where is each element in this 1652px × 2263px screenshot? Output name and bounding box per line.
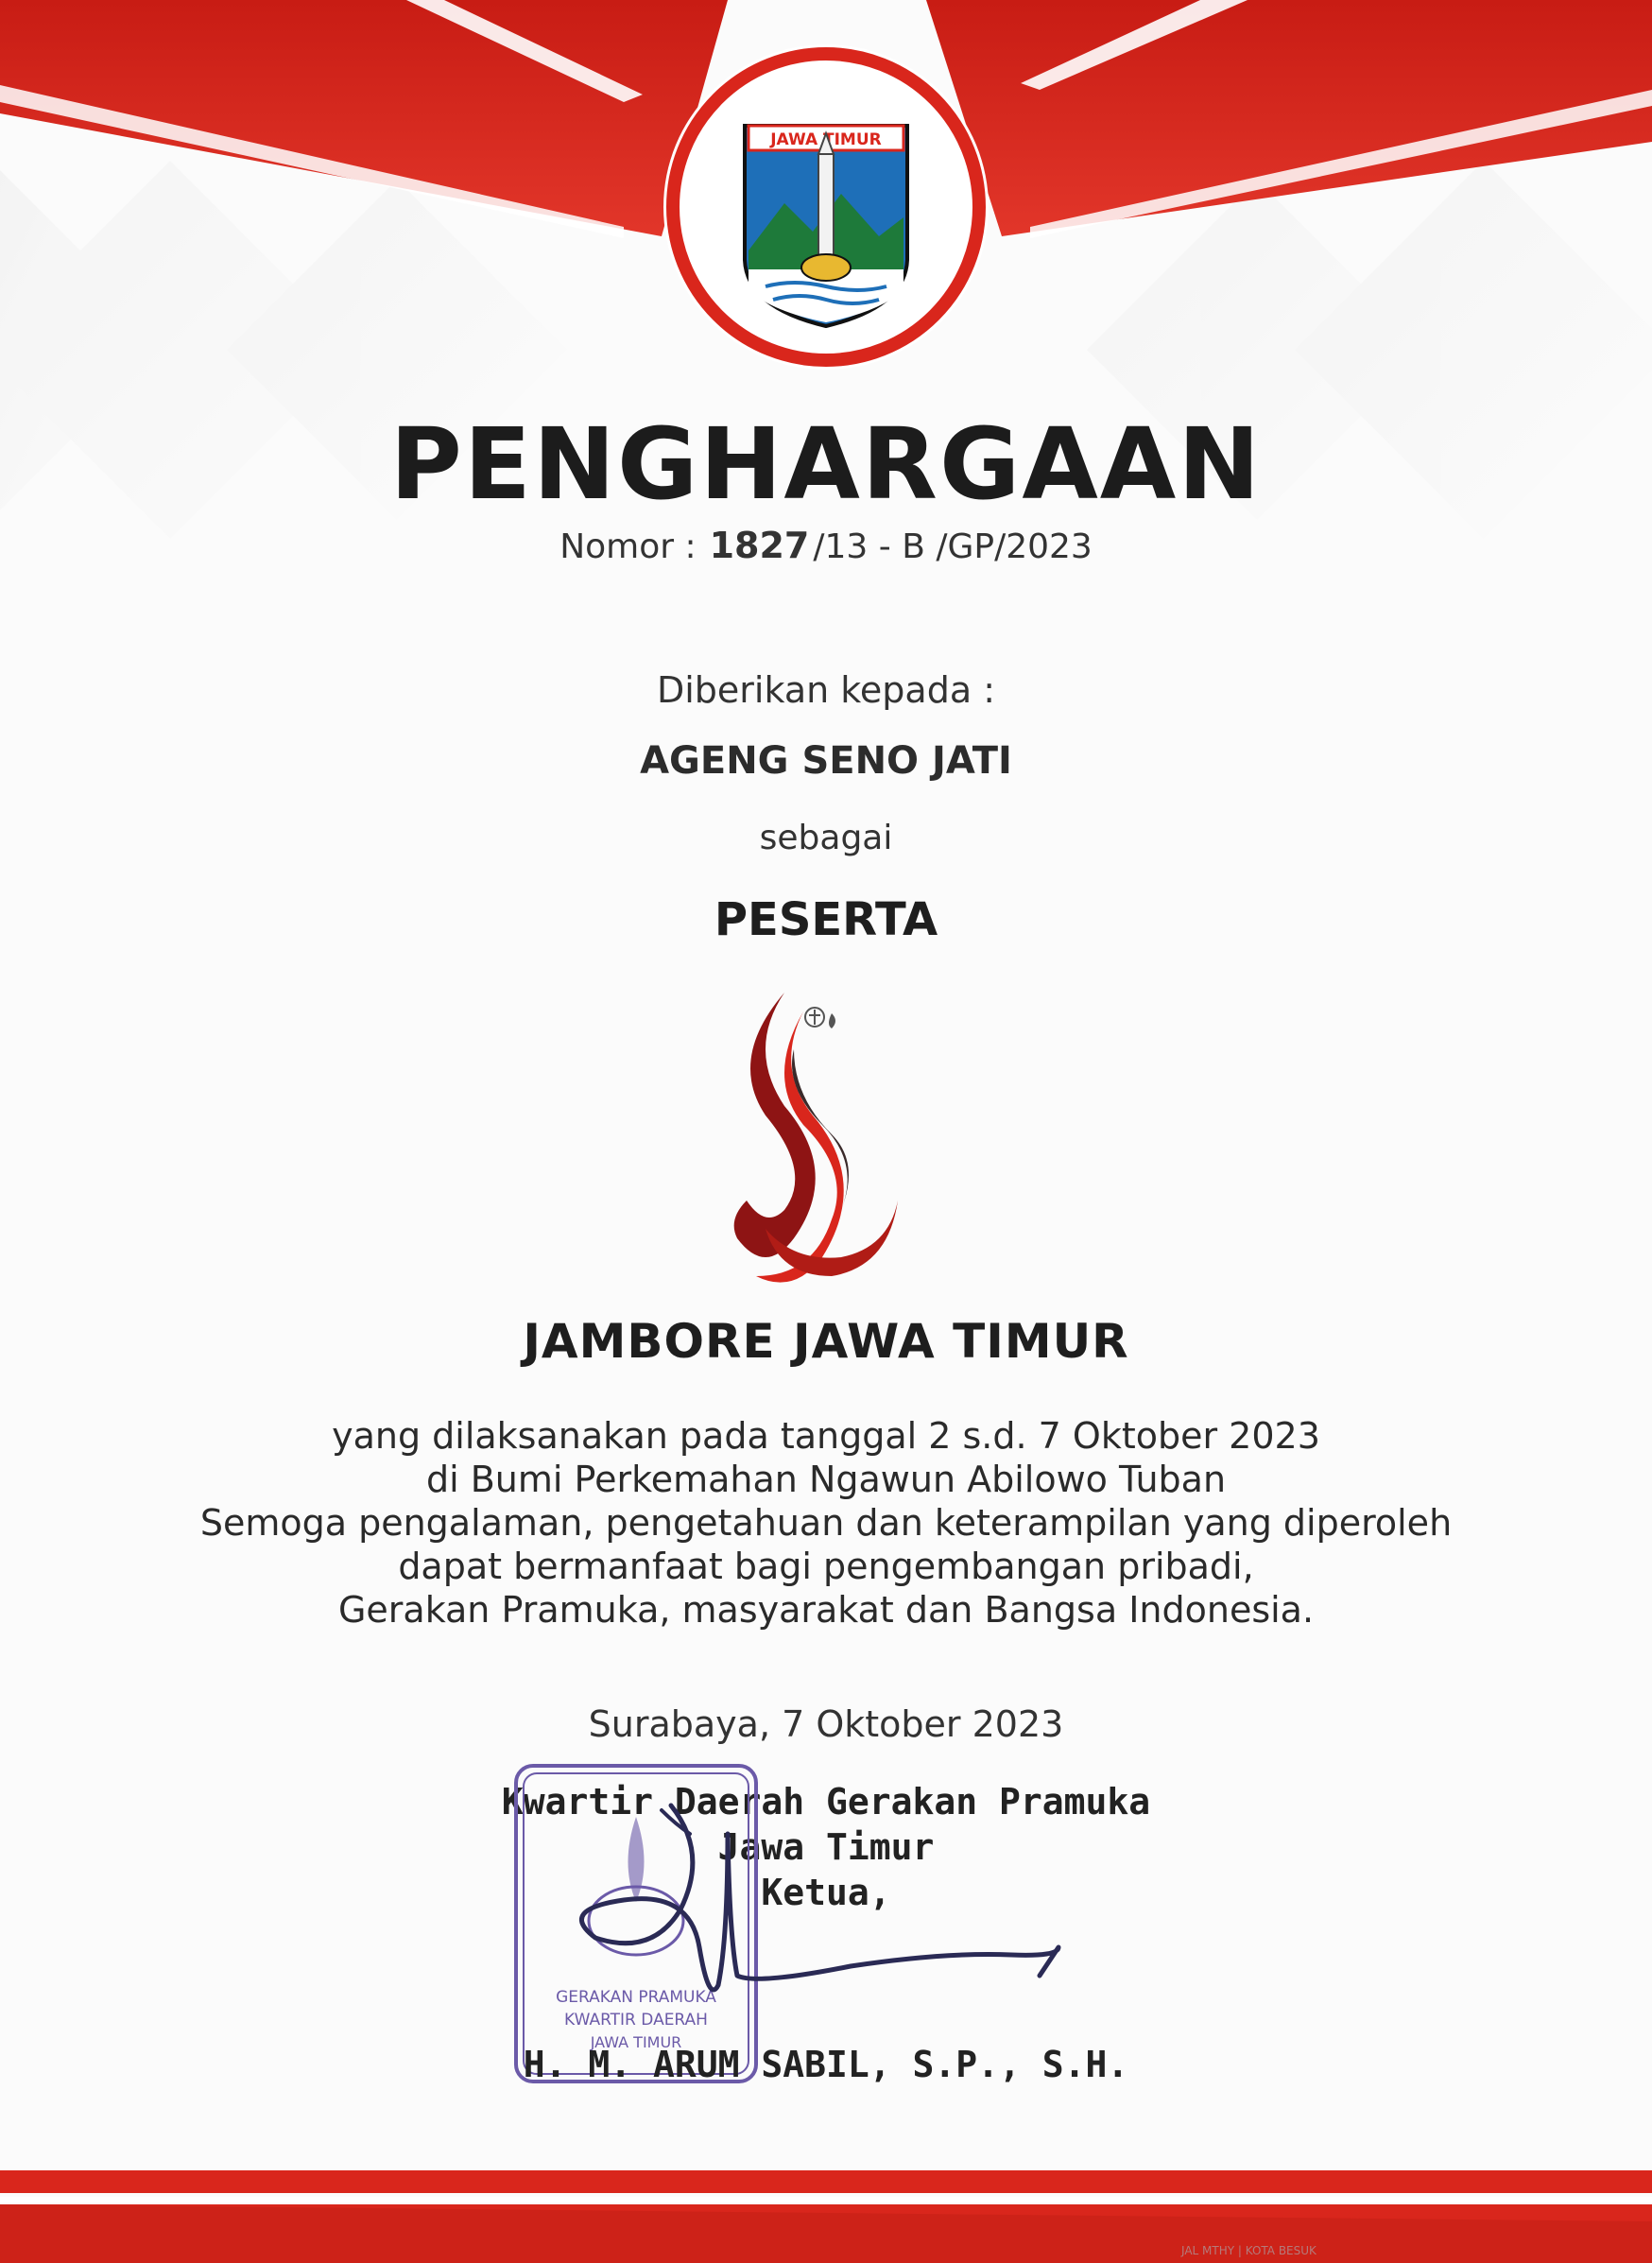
jambore-logo [728, 993, 917, 1295]
body-line: dapat bermanfaat bagi pengembangan priba… [398, 1546, 1254, 1587]
body-line: Semoga pengalaman, pengetahuan dan keter… [199, 1502, 1453, 1544]
certificate-number: Nomor : 1827/13 - B /GP/2023 [0, 525, 1652, 566]
recipient-name: AGENG SENO JATI [640, 739, 1012, 783]
given-to-label: Diberikan kepada : [656, 669, 995, 711]
event-name: JAMBORE JAWA TIMUR [523, 1314, 1129, 1369]
handwritten-signature [579, 1803, 1061, 1993]
nomor-number: 1827 [709, 525, 810, 566]
as-label: sebagai [759, 819, 893, 857]
jambore-flame-logo-icon [733, 993, 898, 1283]
jawa-timur-emblem: JAWA TIMUR [662, 43, 990, 371]
nomor-label: Nomor : [559, 527, 697, 566]
jawa-timur-coat-of-arms-icon: JAWA TIMUR [663, 44, 989, 370]
certificate-title: PENGHARGAAN [389, 406, 1263, 522]
footer-note: JAL MTHY | KOTA BESUK [1181, 2244, 1316, 2257]
nomor-suffix: /13 - B /GP/2023 [813, 527, 1093, 566]
signer-name: H. M. ARUM SABIL, S.P., S.H. [523, 2044, 1129, 2085]
recipient-role: PESERTA [714, 893, 938, 946]
body-line: di Bumi Perkemahan Ngawun Abilowo Tuban [425, 1459, 1227, 1500]
tunas-kelapa-icon [804, 1007, 835, 1028]
body-line: yang dilaksanakan pada tanggal 2 s.d. 7 … [332, 1415, 1320, 1457]
certificate-body: yang dilaksanakan pada tanggal 2 s.d. 7 … [0, 1414, 1652, 1632]
place-date: Surabaya, 7 Oktober 2023 [588, 1703, 1064, 1745]
body-line: Gerakan Pramuka, masyarakat dan Bangsa I… [337, 1589, 1315, 1631]
certificate-page: JAWA TIMUR PENGHARGAAN Nomor : 1827/13 - … [0, 0, 1652, 2263]
